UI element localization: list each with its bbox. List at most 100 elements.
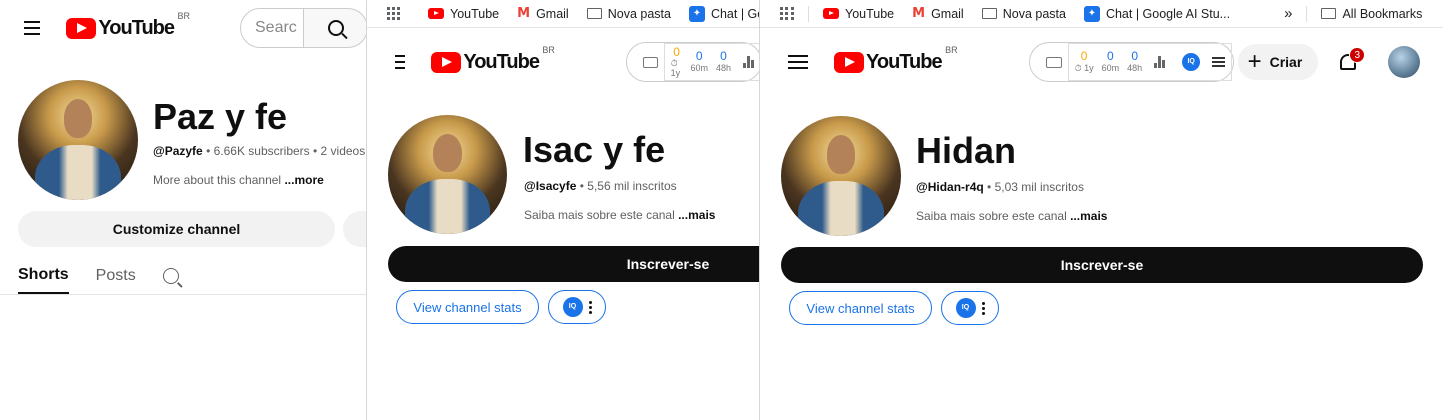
more-options-icon	[981, 301, 985, 315]
subscribe-button[interactable]: Inscrever-se	[781, 247, 1423, 283]
extension-stats-widget[interactable]: 0 ⏱ 1y 0 60m 0 48h	[625, 42, 762, 82]
apps-grid-icon[interactable]	[387, 6, 400, 21]
customize-channel-button[interactable]: Customize channel	[18, 211, 335, 247]
about-channel-link[interactable]: More about this channel ...more	[153, 173, 324, 187]
bookmarks-separator	[808, 5, 809, 22]
create-button[interactable]: + Criar	[1237, 44, 1319, 80]
youtube-play-icon	[66, 17, 97, 39]
channel-handle: @Isacyfe	[524, 179, 577, 193]
channel-avatar[interactable]	[781, 116, 901, 236]
vidiq-icon: IQ	[562, 297, 583, 317]
extension-options-button[interactable]: IQ	[548, 290, 606, 324]
view-channel-stats-button[interactable]: View channel stats	[396, 290, 539, 324]
youtube-icon	[428, 8, 444, 19]
menu-icon[interactable]	[788, 55, 808, 69]
youtube-icon	[823, 8, 839, 19]
channel-name: Hidan	[916, 130, 1017, 171]
menu-lines-icon[interactable]	[1212, 57, 1226, 67]
extension-stats-widget[interactable]: 0 ⏱ 1y 0 60m 0 48h IQ	[1028, 42, 1234, 82]
country-code: BR	[177, 10, 190, 21]
subscribe-button[interactable]: Inscrever-se	[388, 246, 762, 282]
stat-60m: 0 60m	[1101, 49, 1120, 73]
tab-posts[interactable]: Posts	[96, 258, 136, 294]
folder-icon	[1321, 8, 1337, 19]
bookmarks-bar: YouTube MGmail Nova pasta ✦Chat | Goo	[367, 0, 762, 28]
channel-avatar[interactable]	[18, 80, 138, 200]
ai-studio-icon: ✦	[688, 5, 705, 22]
notifications-bell-icon[interactable]: 3	[1338, 47, 1366, 72]
user-avatar[interactable]	[1388, 46, 1421, 78]
country-code: BR	[945, 44, 958, 55]
menu-icon[interactable]	[395, 55, 406, 69]
extension-options-button[interactable]: IQ	[941, 291, 999, 325]
youtube-logo[interactable]: YouTube BR	[834, 45, 958, 74]
youtube-masthead: YouTube BR 0 ⏱ 1y 0 60m 0 48h IQ + Criar 3	[760, 34, 1443, 90]
stat-1y: 0 ⏱ 1y	[1074, 49, 1094, 73]
plus-icon: +	[1247, 48, 1262, 75]
bookmark-nova-pasta[interactable]: Nova pasta	[981, 7, 1066, 21]
video-count: 2 videos	[320, 144, 366, 158]
youtube-logo[interactable]: YouTube BR	[431, 45, 555, 74]
bookmark-chat[interactable]: ✦Chat | Goo	[688, 5, 762, 22]
menu-icon[interactable]	[24, 21, 41, 35]
about-more: ...mais	[678, 208, 716, 222]
bar-chart-icon[interactable]	[743, 56, 754, 68]
channel-meta: @Pazyfe • 6.66K subscribers • 2 videos	[153, 144, 366, 158]
bar-chart-icon[interactable]	[1154, 56, 1166, 68]
bookmark-all[interactable]: All Bookmarks	[1321, 7, 1422, 21]
search-input[interactable]: Searc	[240, 8, 304, 48]
about-channel-link[interactable]: Saiba mais sobre este canal ...mais	[916, 209, 1107, 223]
youtube-masthead: YouTube BR 0 ⏱ 1y 0 60m 0 48h	[367, 34, 762, 90]
bookmark-youtube[interactable]: YouTube	[823, 7, 894, 21]
stat-60m: 0 60m	[690, 49, 708, 73]
channel-handle: @Hidan-r4q	[916, 180, 984, 194]
youtube-wordmark: YouTube	[866, 50, 943, 73]
tab-shorts[interactable]: Shorts	[18, 258, 69, 294]
notification-badge: 3	[1349, 47, 1366, 63]
bookmark-gmail[interactable]: M Gmail	[517, 6, 569, 21]
keyboard-icon	[1045, 56, 1062, 68]
about-more: ...mais	[1070, 209, 1108, 223]
about-channel-link[interactable]: Saiba mais sobre este canal ...mais	[524, 208, 715, 222]
vidiq-icon: IQ	[955, 298, 976, 318]
youtube-play-icon	[834, 51, 864, 73]
about-text: Saiba mais sobre este canal	[524, 208, 675, 222]
ai-studio-icon: ✦	[1083, 5, 1100, 22]
channel-name: Isac y fe	[523, 129, 666, 170]
youtube-play-icon	[431, 51, 462, 73]
browser-window-isacyfe: YouTube MGmail Nova pasta ✦Chat | Goo Yo…	[366, 0, 762, 420]
channel-meta: @Isacyfe • 5,56 mil inscritos	[524, 179, 677, 193]
youtube-wordmark: YouTube	[463, 50, 540, 73]
subscriber-count: 5,56 mil inscritos	[587, 179, 677, 193]
search-button[interactable]	[304, 8, 368, 48]
search-icon	[327, 20, 344, 36]
channel-search-icon[interactable]	[162, 268, 179, 284]
bookmark-nova-pasta[interactable]: Nova pasta	[586, 7, 671, 21]
channel-handle: @Pazyfe	[153, 144, 203, 158]
channel-tabs: Shorts Posts	[18, 258, 179, 294]
subscriber-count: 5,03 mil inscritos	[994, 180, 1084, 194]
tabs-divider	[0, 294, 368, 295]
bookmarks-bar: YouTube M Gmail Nova pasta ✦ Chat | Google…	[760, 0, 1443, 28]
bookmark-youtube[interactable]: YouTube	[428, 7, 499, 21]
channel-avatar[interactable]	[388, 115, 507, 234]
gmail-icon: M	[912, 6, 926, 21]
country-code: BR	[542, 44, 555, 55]
bookmarks-overflow-button[interactable]: »	[1284, 5, 1292, 22]
vidiq-icon[interactable]: IQ	[1182, 53, 1201, 71]
bookmark-chat[interactable]: ✦ Chat | Google AI Stu...	[1083, 5, 1230, 22]
bookmarks-separator	[1306, 5, 1308, 22]
view-channel-stats-button[interactable]: View channel stats	[789, 291, 932, 325]
more-options-icon	[588, 300, 592, 314]
about-text: More about this channel	[153, 173, 282, 187]
youtube-masthead: YouTube BR Searc	[0, 0, 368, 56]
bookmark-gmail[interactable]: M Gmail	[912, 6, 964, 21]
youtube-logo[interactable]: YouTube BR	[66, 11, 190, 40]
stats-counters: 0 ⏱ 1y 0 60m 0 48h IQ	[1067, 43, 1233, 81]
manage-videos-button[interactable]	[343, 211, 368, 247]
apps-grid-icon[interactable]	[780, 6, 794, 21]
stat-48h: 0 48h	[715, 49, 731, 73]
browser-window-hidan: YouTube M Gmail Nova pasta ✦ Chat | Google…	[759, 0, 1443, 420]
stat-48h: 0 48h	[1127, 49, 1143, 73]
stats-counters: 0 ⏱ 1y 0 60m 0 48h	[663, 43, 761, 81]
